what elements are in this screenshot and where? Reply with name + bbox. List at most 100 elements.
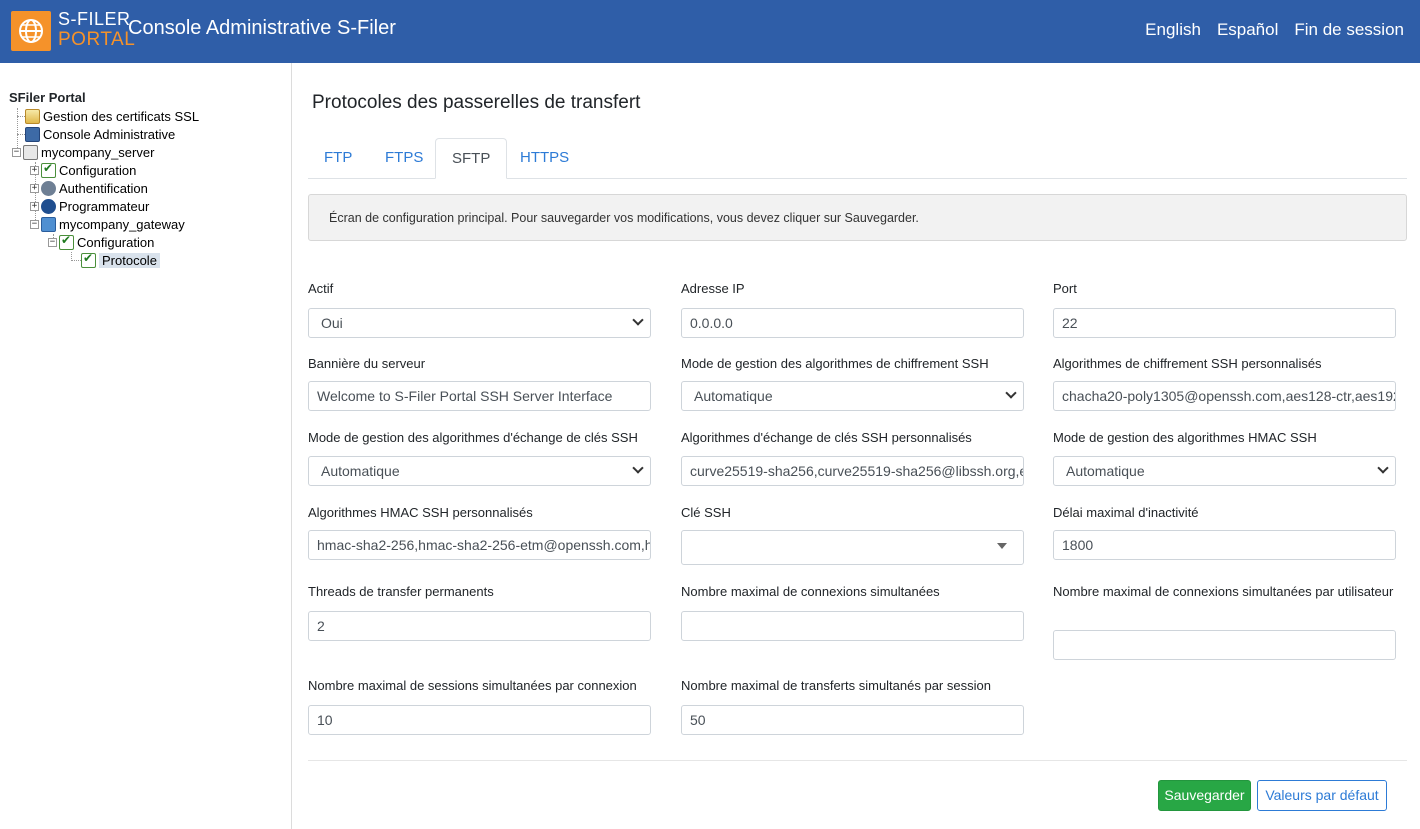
tree-item-label: mycompany_gateway bbox=[59, 216, 185, 232]
tree-item-gateway-configuration[interactable]: − Configuration bbox=[48, 233, 154, 250]
collapse-icon[interactable]: − bbox=[30, 219, 39, 229]
max-connections-user-input[interactable] bbox=[1053, 630, 1396, 660]
cipher-mode-select[interactable]: Automatique bbox=[681, 381, 1024, 411]
collapse-icon[interactable]: − bbox=[48, 237, 57, 247]
field-cipher-custom: Algorithmes de chiffrement SSH personnal… bbox=[1053, 354, 1396, 411]
defaults-button[interactable]: Valeurs par défaut bbox=[1257, 780, 1387, 811]
max-connections-label: Nombre maximal de connexions simultanées bbox=[681, 584, 940, 599]
expand-icon[interactable]: + bbox=[30, 183, 39, 193]
actif-value: Oui bbox=[321, 315, 343, 331]
chevron-down-icon bbox=[632, 314, 644, 326]
threads-label: Threads de transfer permanents bbox=[308, 584, 494, 599]
checklist-icon bbox=[59, 233, 74, 250]
lang-espanol-link[interactable]: Español bbox=[1217, 20, 1278, 40]
tree-item-label: Console Administrative bbox=[43, 126, 176, 142]
tree-guide bbox=[17, 116, 25, 117]
protocol-tabs: FTP FTPS SFTP HTTPS bbox=[308, 138, 1407, 179]
port-input[interactable]: 22 bbox=[1053, 308, 1396, 338]
hmac-custom-input[interactable]: hmac-sha2-256,hmac-sha2-256-etm@openssh.… bbox=[308, 530, 651, 560]
banner-label: Bannière du serveur bbox=[308, 356, 426, 371]
field-ssh-key: Clé SSH bbox=[681, 503, 1024, 565]
clock-icon bbox=[41, 198, 56, 214]
server-icon bbox=[23, 144, 38, 160]
logout-link[interactable]: Fin de session bbox=[1294, 20, 1404, 40]
max-connections-input[interactable] bbox=[681, 611, 1024, 641]
ssh-key-label: Clé SSH bbox=[681, 505, 731, 520]
logo-top-text: S-FILER bbox=[58, 9, 131, 29]
ip-input[interactable]: 0.0.0.0 bbox=[681, 308, 1024, 338]
tree-item-scheduler[interactable]: + Programmateur bbox=[30, 198, 149, 214]
kex-mode-value: Automatique bbox=[321, 463, 400, 479]
ssh-key-select[interactable] bbox=[681, 530, 1024, 565]
certificate-icon bbox=[25, 108, 40, 124]
hmac-mode-select[interactable]: Automatique bbox=[1053, 456, 1396, 486]
field-max-connections: Nombre maximal de connexions simultanées bbox=[681, 582, 1024, 641]
main-content: Protocoles des passerelles de transfert … bbox=[292, 63, 1420, 829]
checklist-icon bbox=[41, 161, 56, 178]
tree-item-admin-console[interactable]: Console Administrative bbox=[25, 126, 175, 142]
tree-item-ssl-certificates[interactable]: Gestion des certificats SSL bbox=[25, 108, 199, 124]
lang-english-link[interactable]: English bbox=[1145, 20, 1201, 40]
tree-item-gateway[interactable]: − mycompany_gateway bbox=[30, 216, 185, 232]
page-title: Protocoles des passerelles de transfert bbox=[312, 92, 641, 113]
field-hmac-custom: Algorithmes HMAC SSH personnalisés hmac-… bbox=[308, 503, 651, 560]
tab-ftps[interactable]: FTPS bbox=[369, 138, 439, 179]
tree-item-label: Protocole bbox=[99, 252, 160, 268]
tree-item-server-configuration[interactable]: + Configuration bbox=[30, 161, 136, 178]
brand-logo: S-FILER PORTAL bbox=[58, 10, 135, 49]
field-port: Port 22 bbox=[1053, 279, 1396, 338]
hmac-custom-label: Algorithmes HMAC SSH personnalisés bbox=[308, 505, 533, 520]
field-max-connections-user: Nombre maximal de connexions simultanées… bbox=[1053, 582, 1396, 660]
field-kex-custom: Algorithmes d'échange de clés SSH person… bbox=[681, 428, 1024, 486]
max-sessions-label: Nombre maximal de sessions simultanées p… bbox=[308, 678, 637, 693]
gear-icon bbox=[25, 126, 40, 142]
banner-input[interactable]: Welcome to S-Filer Portal SSH Server Int… bbox=[308, 381, 651, 411]
kex-custom-input[interactable]: curve25519-sha256,curve25519-sha256@libs… bbox=[681, 456, 1024, 486]
max-sessions-input[interactable]: 10 bbox=[308, 705, 651, 735]
kex-custom-label: Algorithmes d'échange de clés SSH person… bbox=[681, 430, 972, 445]
idle-timeout-input[interactable]: 1800 bbox=[1053, 530, 1396, 560]
top-header: S-FILER PORTAL Console Administrative S-… bbox=[0, 0, 1420, 63]
tab-ftp[interactable]: FTP bbox=[308, 138, 368, 179]
form-divider bbox=[308, 760, 1407, 761]
tree-item-label: Programmateur bbox=[59, 198, 150, 214]
cipher-custom-input[interactable]: chacha20-poly1305@openssh.com,aes128-ctr… bbox=[1053, 381, 1396, 411]
kex-mode-select[interactable]: Automatique bbox=[308, 456, 651, 486]
tree-root[interactable]: SFiler Portal bbox=[9, 90, 86, 105]
actif-select[interactable]: Oui bbox=[308, 308, 651, 338]
field-ip: Adresse IP 0.0.0.0 bbox=[681, 279, 1024, 338]
collapse-icon[interactable]: − bbox=[12, 147, 21, 157]
sidebar-tree: SFiler Portal Gestion des certificats SS… bbox=[0, 63, 292, 829]
expand-icon[interactable]: + bbox=[30, 165, 39, 175]
app-title: Console Administrative S-Filer bbox=[128, 17, 396, 39]
field-idle-timeout: Délai maximal d'inactivité 1800 bbox=[1053, 503, 1396, 560]
field-banner: Bannière du serveur Welcome to S-Filer P… bbox=[308, 354, 651, 411]
max-transfers-input[interactable]: 50 bbox=[681, 705, 1024, 735]
cipher-mode-value: Automatique bbox=[694, 388, 773, 404]
users-icon bbox=[41, 180, 56, 196]
save-button[interactable]: Sauvegarder bbox=[1158, 780, 1251, 811]
network-icon bbox=[41, 216, 56, 232]
tree-guide bbox=[17, 134, 25, 135]
logo-bottom-text: PORTAL bbox=[58, 29, 136, 50]
globe-logo-icon bbox=[11, 11, 51, 51]
expand-icon[interactable]: + bbox=[30, 201, 39, 211]
hmac-mode-label: Mode de gestion des algorithmes HMAC SSH bbox=[1053, 430, 1317, 445]
field-cipher-mode: Mode de gestion des algorithmes de chiff… bbox=[681, 354, 1024, 411]
tree-item-protocol[interactable]: Protocole bbox=[81, 251, 160, 268]
cipher-custom-label: Algorithmes de chiffrement SSH personnal… bbox=[1053, 356, 1322, 371]
max-connections-user-label: Nombre maximal de connexions simultanées… bbox=[1053, 584, 1394, 599]
field-actif: Actif Oui bbox=[308, 279, 651, 338]
field-max-sessions: Nombre maximal de sessions simultanées p… bbox=[308, 676, 651, 735]
field-threads: Threads de transfer permanents 2 bbox=[308, 582, 651, 641]
header-links: English Español Fin de session bbox=[1145, 20, 1404, 40]
tab-https[interactable]: HTTPS bbox=[504, 138, 585, 179]
tree-item-server[interactable]: − mycompany_server bbox=[12, 144, 154, 160]
field-kex-mode: Mode de gestion des algorithmes d'échang… bbox=[308, 428, 651, 486]
threads-input[interactable]: 2 bbox=[308, 611, 651, 641]
tree-guide bbox=[71, 260, 81, 261]
ip-label: Adresse IP bbox=[681, 281, 745, 296]
tree-item-authentication[interactable]: + Authentification bbox=[30, 180, 148, 196]
info-message: Écran de configuration principal. Pour s… bbox=[308, 194, 1407, 241]
tab-sftp[interactable]: SFTP bbox=[435, 138, 508, 179]
